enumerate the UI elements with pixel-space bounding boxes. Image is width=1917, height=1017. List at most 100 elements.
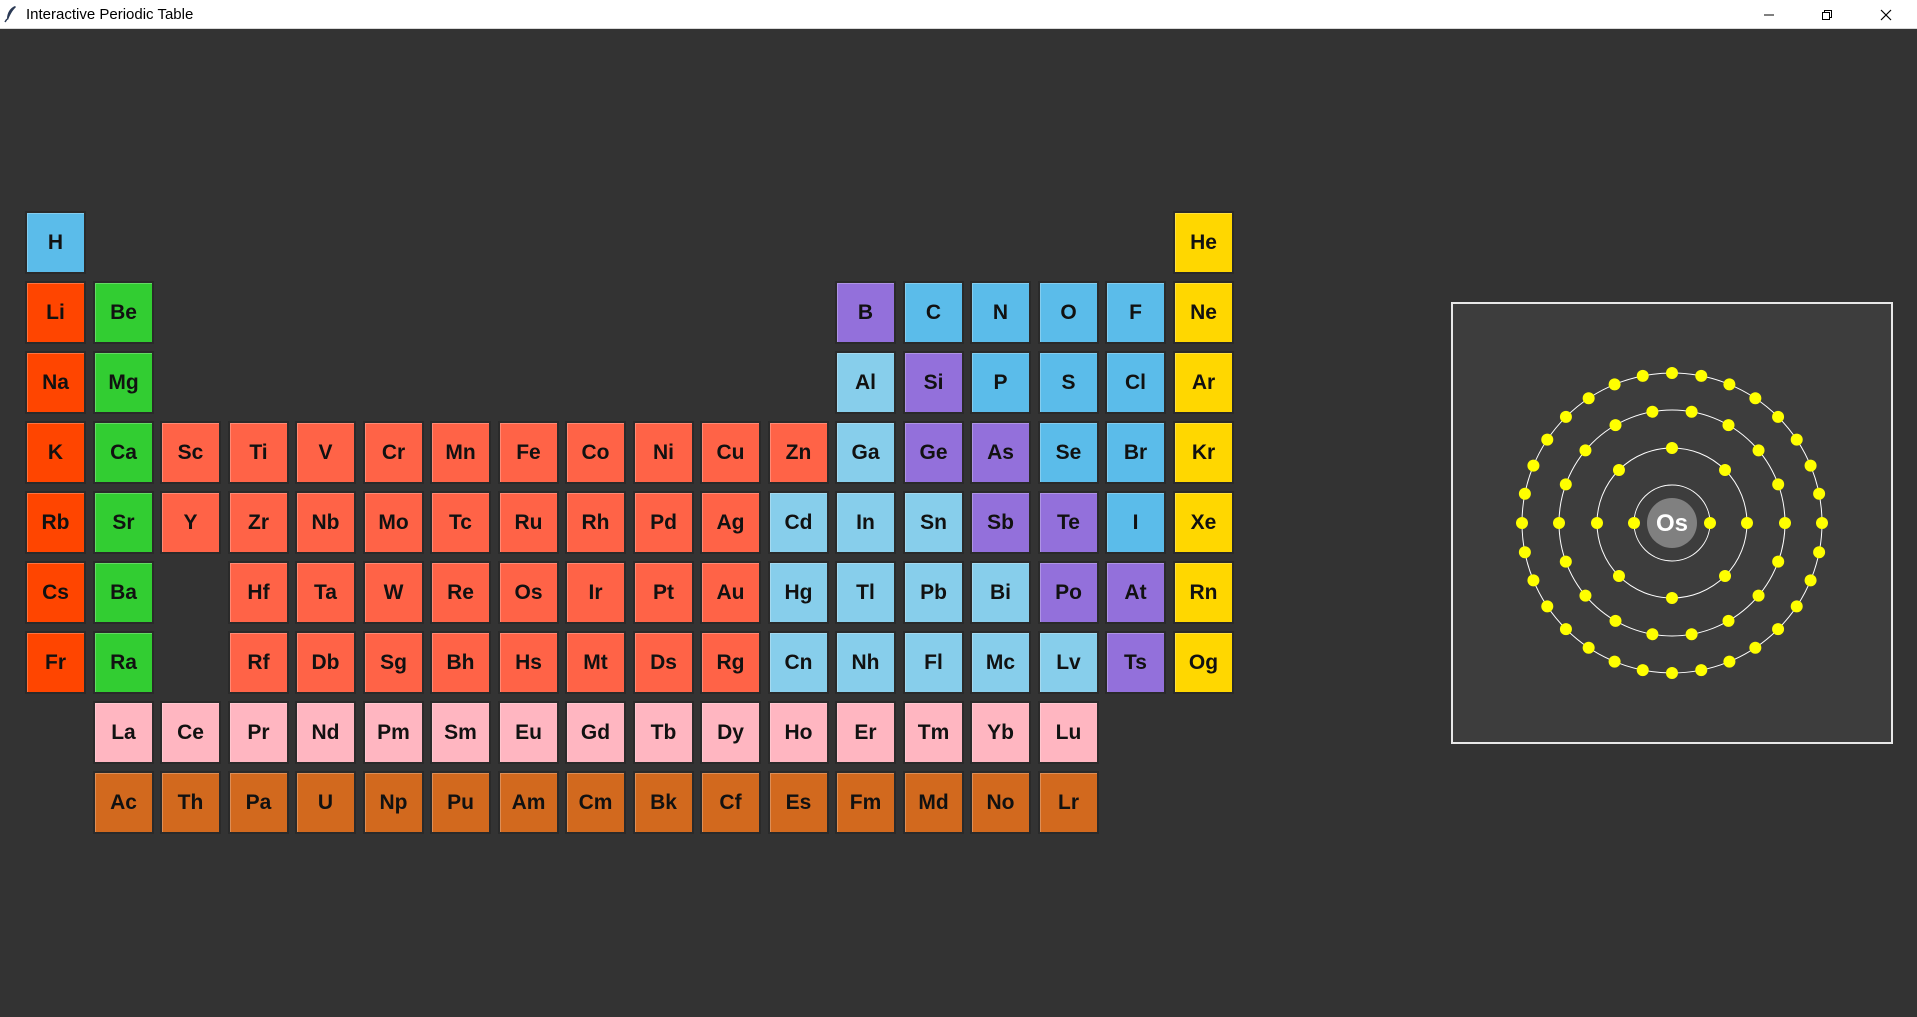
element-ge[interactable]: Ge [903, 421, 964, 484]
element-si[interactable]: Si [903, 351, 964, 414]
element-ne[interactable]: Ne [1173, 281, 1234, 344]
element-cn[interactable]: Cn [768, 631, 829, 694]
element-th[interactable]: Th [160, 771, 221, 834]
element-zr[interactable]: Zr [228, 491, 289, 554]
element-sr[interactable]: Sr [93, 491, 154, 554]
element-ar[interactable]: Ar [1173, 351, 1234, 414]
element-sn[interactable]: Sn [903, 491, 964, 554]
element-tl[interactable]: Tl [835, 561, 896, 624]
element-tb[interactable]: Tb [633, 701, 694, 764]
element-at[interactable]: At [1105, 561, 1166, 624]
element-tm[interactable]: Tm [903, 701, 964, 764]
element-mc[interactable]: Mc [970, 631, 1031, 694]
element-ga[interactable]: Ga [835, 421, 896, 484]
element-na[interactable]: Na [25, 351, 86, 414]
element-ag[interactable]: Ag [700, 491, 761, 554]
element-pb[interactable]: Pb [903, 561, 964, 624]
element-tc[interactable]: Tc [430, 491, 491, 554]
element-pd[interactable]: Pd [633, 491, 694, 554]
element-ce[interactable]: Ce [160, 701, 221, 764]
element-sm[interactable]: Sm [430, 701, 491, 764]
element-np[interactable]: Np [363, 771, 424, 834]
element-li[interactable]: Li [25, 281, 86, 344]
element-rh[interactable]: Rh [565, 491, 626, 554]
element-cm[interactable]: Cm [565, 771, 626, 834]
element-db[interactable]: Db [295, 631, 356, 694]
element-h[interactable]: H [25, 211, 86, 274]
element-k[interactable]: K [25, 421, 86, 484]
element-cd[interactable]: Cd [768, 491, 829, 554]
element-bk[interactable]: Bk [633, 771, 694, 834]
element-la[interactable]: La [93, 701, 154, 764]
element-pt[interactable]: Pt [633, 561, 694, 624]
element-pa[interactable]: Pa [228, 771, 289, 834]
element-co[interactable]: Co [565, 421, 626, 484]
element-cu[interactable]: Cu [700, 421, 761, 484]
element-kr[interactable]: Kr [1173, 421, 1234, 484]
element-lv[interactable]: Lv [1038, 631, 1099, 694]
element-u[interactable]: U [295, 771, 356, 834]
element-in[interactable]: In [835, 491, 896, 554]
element-lu[interactable]: Lu [1038, 701, 1099, 764]
element-zn[interactable]: Zn [768, 421, 829, 484]
element-te[interactable]: Te [1038, 491, 1099, 554]
element-po[interactable]: Po [1038, 561, 1099, 624]
element-fl[interactable]: Fl [903, 631, 964, 694]
element-n[interactable]: N [970, 281, 1031, 344]
element-cs[interactable]: Cs [25, 561, 86, 624]
element-eu[interactable]: Eu [498, 701, 559, 764]
element-br[interactable]: Br [1105, 421, 1166, 484]
element-c[interactable]: C [903, 281, 964, 344]
element-bi[interactable]: Bi [970, 561, 1031, 624]
element-mg[interactable]: Mg [93, 351, 154, 414]
element-se[interactable]: Se [1038, 421, 1099, 484]
element-ca[interactable]: Ca [93, 421, 154, 484]
element-w[interactable]: W [363, 561, 424, 624]
element-hg[interactable]: Hg [768, 561, 829, 624]
element-xe[interactable]: Xe [1173, 491, 1234, 554]
element-ir[interactable]: Ir [565, 561, 626, 624]
element-hs[interactable]: Hs [498, 631, 559, 694]
element-cf[interactable]: Cf [700, 771, 761, 834]
element-hf[interactable]: Hf [228, 561, 289, 624]
element-dy[interactable]: Dy [700, 701, 761, 764]
element-rg[interactable]: Rg [700, 631, 761, 694]
element-pr[interactable]: Pr [228, 701, 289, 764]
element-ta[interactable]: Ta [295, 561, 356, 624]
element-os[interactable]: Os [498, 561, 559, 624]
element-bh[interactable]: Bh [430, 631, 491, 694]
element-nd[interactable]: Nd [295, 701, 356, 764]
element-pm[interactable]: Pm [363, 701, 424, 764]
element-es[interactable]: Es [768, 771, 829, 834]
element-au[interactable]: Au [700, 561, 761, 624]
element-ra[interactable]: Ra [93, 631, 154, 694]
element-gd[interactable]: Gd [565, 701, 626, 764]
element-mt[interactable]: Mt [565, 631, 626, 694]
element-be[interactable]: Be [93, 281, 154, 344]
element-p[interactable]: P [970, 351, 1031, 414]
element-as[interactable]: As [970, 421, 1031, 484]
element-yb[interactable]: Yb [970, 701, 1031, 764]
element-al[interactable]: Al [835, 351, 896, 414]
element-fm[interactable]: Fm [835, 771, 896, 834]
element-no[interactable]: No [970, 771, 1031, 834]
element-o[interactable]: O [1038, 281, 1099, 344]
element-he[interactable]: He [1173, 211, 1234, 274]
element-ti[interactable]: Ti [228, 421, 289, 484]
element-lr[interactable]: Lr [1038, 771, 1099, 834]
element-s[interactable]: S [1038, 351, 1099, 414]
element-ba[interactable]: Ba [93, 561, 154, 624]
element-f[interactable]: F [1105, 281, 1166, 344]
element-y[interactable]: Y [160, 491, 221, 554]
element-md[interactable]: Md [903, 771, 964, 834]
element-nh[interactable]: Nh [835, 631, 896, 694]
element-ni[interactable]: Ni [633, 421, 694, 484]
element-i[interactable]: I [1105, 491, 1166, 554]
element-b[interactable]: B [835, 281, 896, 344]
element-rf[interactable]: Rf [228, 631, 289, 694]
element-er[interactable]: Er [835, 701, 896, 764]
element-ru[interactable]: Ru [498, 491, 559, 554]
element-mo[interactable]: Mo [363, 491, 424, 554]
element-rb[interactable]: Rb [25, 491, 86, 554]
element-sb[interactable]: Sb [970, 491, 1031, 554]
